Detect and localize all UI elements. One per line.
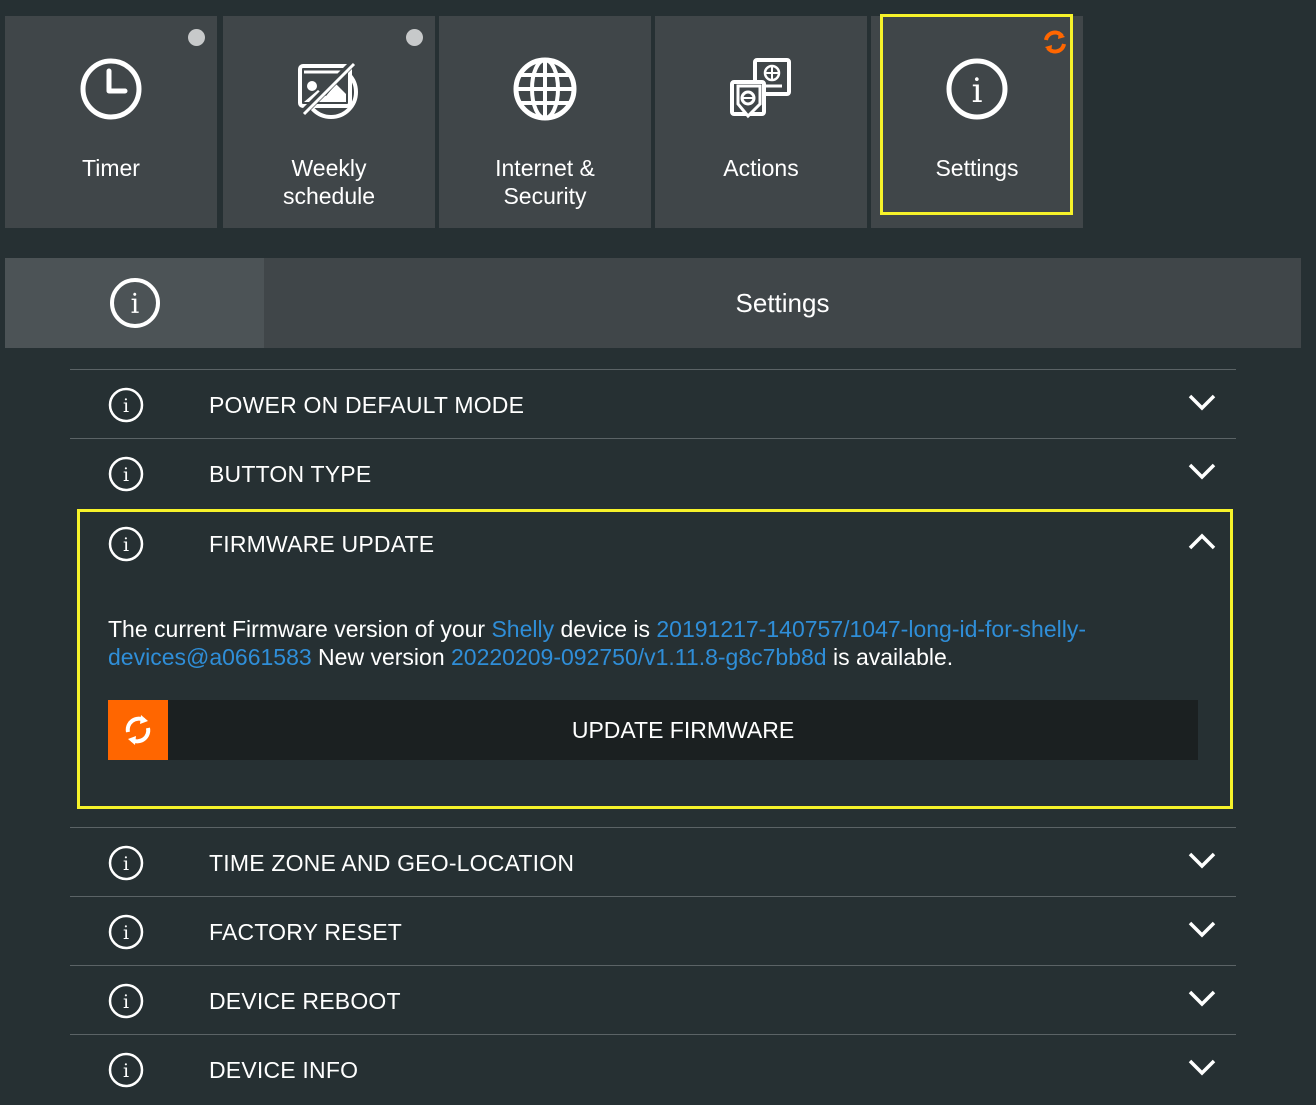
info-icon: i (108, 387, 144, 423)
section-label: FIRMWARE UPDATE (209, 531, 435, 557)
info-icon: i (108, 845, 144, 881)
section-header: i Settings (5, 258, 1301, 348)
section-label: DEVICE INFO (209, 1057, 359, 1083)
info-icon: i (108, 1052, 144, 1088)
section-time-zone[interactable]: i TIME ZONE AND GEO-LOCATION (70, 827, 1236, 896)
settings-list: i POWER ON DEFAULT MODE i BUTTON TYPE (70, 369, 1236, 507)
info-icon: i (108, 526, 144, 562)
chevron-down-icon (1188, 921, 1216, 938)
page-title: Settings (735, 288, 830, 318)
update-firmware-button[interactable]: UPDATE FIRMWARE (108, 700, 1198, 760)
firmware-text: New version (311, 644, 451, 670)
chevron-down-icon (1188, 394, 1216, 411)
globe-icon (513, 57, 577, 121)
tile-label: Timer (82, 155, 140, 181)
section-label: FACTORY RESET (209, 919, 403, 945)
firmware-text: device is (554, 616, 657, 642)
tile-label: Settings (935, 155, 1019, 181)
sync-icon (1044, 30, 1066, 54)
tile-settings[interactable]: i Settings (871, 14, 1083, 228)
section-device-reboot[interactable]: i DEVICE REBOOT (70, 965, 1236, 1034)
update-icon-box (108, 700, 168, 760)
svg-text:i: i (123, 853, 129, 875)
svg-text:i: i (123, 464, 129, 486)
svg-text:i: i (131, 289, 140, 320)
svg-text:i: i (123, 1060, 129, 1082)
schedule-icon (298, 59, 358, 119)
firmware-text: The current Firmware version of your (108, 616, 492, 642)
status-dot (406, 29, 423, 46)
tile-weekly-schedule[interactable]: Weekly schedule (223, 16, 435, 228)
sync-icon (125, 715, 151, 745)
info-icon: i (108, 914, 144, 950)
new-version: 20220209-092750/v1.11.8-g8c7bb8d (451, 644, 827, 670)
tile-actions[interactable]: Actions (655, 16, 867, 228)
info-icon: i (108, 456, 144, 492)
section-factory-reset[interactable]: i FACTORY RESET (70, 896, 1236, 965)
section-device-info[interactable]: i DEVICE INFO (70, 1034, 1236, 1103)
tile-label: Weekly schedule (282, 155, 376, 209)
firmware-description: The current Firmware version of your She… (108, 615, 1168, 671)
section-label: DEVICE REBOOT (209, 988, 401, 1014)
chevron-down-icon (1188, 1059, 1216, 1076)
update-firmware-label: UPDATE FIRMWARE (571, 717, 795, 743)
svg-text:i: i (123, 534, 129, 556)
section-label: TIME ZONE AND GEO-LOCATION (209, 850, 575, 876)
chevron-down-icon (1188, 463, 1216, 480)
tile-label: Actions (723, 155, 799, 181)
info-icon: i (946, 58, 1008, 120)
info-icon: i (108, 983, 144, 1019)
status-dot (188, 29, 205, 46)
section-label: POWER ON DEFAULT MODE (209, 392, 525, 418)
tile-label: Internet & Security (495, 155, 595, 209)
section-button-type[interactable]: i BUTTON TYPE (70, 438, 1236, 507)
svg-text:i: i (123, 991, 129, 1013)
section-firmware-update[interactable]: i FIRMWARE UPDATE (70, 512, 1236, 580)
tile-timer[interactable]: Timer (5, 16, 217, 228)
svg-text:i: i (123, 395, 129, 417)
info-icon: i (110, 278, 160, 328)
svg-text:i: i (123, 922, 129, 944)
firmware-text: is available. (826, 644, 954, 670)
section-power-on-default-mode[interactable]: i POWER ON DEFAULT MODE (70, 369, 1236, 438)
chevron-up-icon (1188, 533, 1216, 550)
clock-icon (80, 58, 142, 120)
settings-list-lower: i TIME ZONE AND GEO-LOCATION i FACTORY R… (70, 827, 1236, 1103)
section-label: BUTTON TYPE (209, 461, 372, 487)
actions-icon (730, 58, 791, 119)
brand-link: Shelly (491, 616, 555, 642)
header-icon-box: i (5, 258, 264, 348)
chevron-down-icon (1188, 852, 1216, 869)
feature-tiles: Timer Weekly schedule Internet & Securit… (0, 0, 1316, 230)
svg-text:i: i (972, 71, 983, 111)
chevron-down-icon (1188, 990, 1216, 1007)
section-firmware-update-expanded: i FIRMWARE UPDATE The current Firmware v… (77, 509, 1233, 809)
tile-internet-security[interactable]: Internet & Security (439, 16, 651, 228)
